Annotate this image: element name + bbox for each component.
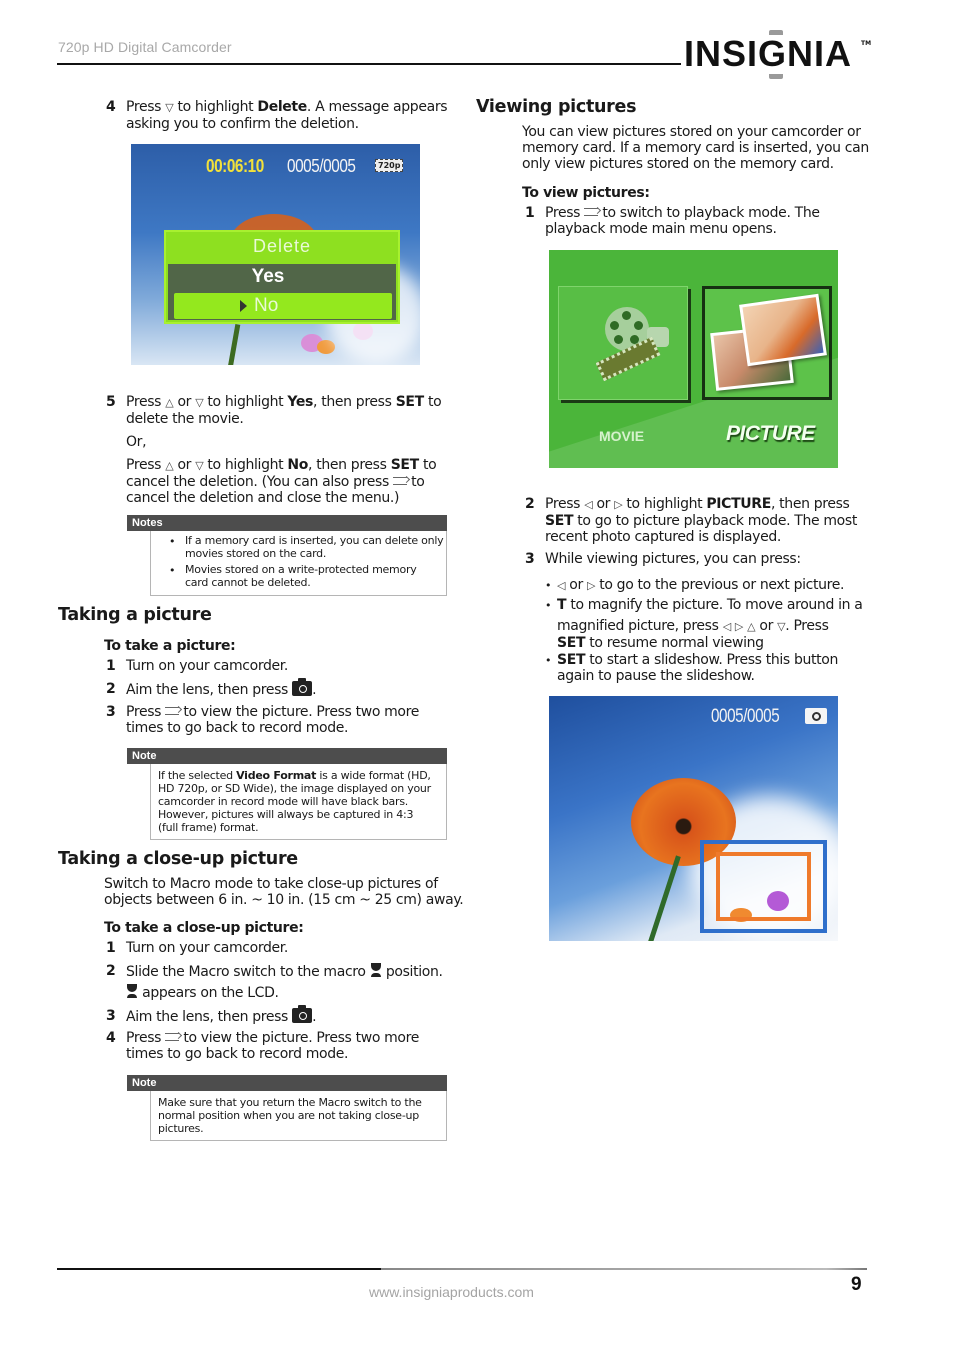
- mode-button-icon: [393, 477, 408, 485]
- step-5: 5 Press △ or ▽ to highlight Yes, then pr…: [106, 394, 442, 506]
- footer-rule: [57, 1268, 867, 1270]
- left-arrow-icon: ◁: [722, 620, 731, 633]
- page-number: 9: [851, 1274, 862, 1295]
- step-3: 3 Press to view the picture. Press two m…: [106, 704, 420, 736]
- left-arrow-icon: ◁: [584, 498, 593, 511]
- step-2: 2 Aim the lens, then press .: [106, 678, 317, 698]
- camera-button-icon: [292, 678, 313, 696]
- viewing-intro: You can view pictures stored on your cam…: [522, 124, 869, 172]
- option-magnify: • T to magnify the picture. To move arou…: [545, 597, 863, 651]
- subheading-to-take-picture: To take a picture:: [104, 638, 236, 654]
- selection-arrow-icon: [240, 300, 247, 312]
- menu-title: Delete: [252, 236, 312, 256]
- macro-icon: [126, 984, 138, 999]
- logo-accent-bottom: [769, 74, 783, 79]
- step-4: 4 Press to view the picture. Press two m…: [106, 1030, 420, 1062]
- note-label: Note: [127, 748, 447, 764]
- mode-button-icon: [584, 208, 599, 216]
- viewing-options-list: • ◁ or ▷ to go to the previous or next p…: [545, 577, 875, 686]
- photo-thumbnail: [739, 293, 827, 367]
- note-item: If a memory card is inserted, you can de…: [185, 534, 444, 560]
- step-1: 1 Turn on your camcorder.: [106, 940, 289, 956]
- recording-time: 00:06:10: [206, 156, 264, 176]
- section-heading-taking-picture: Taking a picture: [58, 605, 212, 625]
- option-prev-next: • ◁ or ▷ to go to the previous or next p…: [545, 577, 845, 593]
- left-arrow-icon: ◁: [557, 579, 566, 592]
- option-no-selected[interactable]: No: [174, 293, 392, 319]
- note-label: Note: [127, 1075, 447, 1091]
- zoom-viewport-frame: [716, 852, 811, 921]
- notes-label: Notes: [127, 515, 447, 531]
- file-counter: 0005/0005: [711, 706, 780, 727]
- mode-button-icon: [165, 1033, 180, 1041]
- notes-box: • If a memory card is inserted, you can …: [150, 531, 447, 596]
- mode-button-icon: [165, 707, 180, 715]
- movie-tile[interactable]: [558, 286, 688, 400]
- step-number: 5: [106, 394, 116, 410]
- section-heading-closeup: Taking a close-up picture: [58, 849, 298, 869]
- section-heading-viewing: Viewing pictures: [476, 97, 637, 117]
- note-box: Make sure that you return the Macro swit…: [150, 1091, 447, 1141]
- option-slideshow: • SET to start a slideshow. Press this b…: [545, 652, 839, 684]
- down-arrow-icon: ▽: [195, 396, 204, 409]
- delete-confirmation-screenshot: 00:06:10 0005/0005 720p Delete Yes No: [131, 144, 420, 365]
- step-2: 2 Slide the Macro switch to the macro po…: [106, 963, 443, 1001]
- flower-stem: [648, 855, 681, 941]
- delete-menu: Delete Yes No: [164, 230, 400, 324]
- file-counter: 0005/0005: [287, 156, 356, 176]
- flower-stem: [226, 323, 241, 365]
- closeup-intro: Switch to Macro mode to take close-up pi…: [104, 876, 464, 908]
- step-number: 4: [106, 99, 116, 115]
- up-arrow-icon: △: [165, 459, 174, 472]
- up-arrow-icon: △: [747, 620, 756, 633]
- menu-options: Yes No: [168, 264, 396, 320]
- step-1: 1 Turn on your camcorder.: [106, 658, 289, 674]
- note-item: Movies stored on a write-protected memor…: [185, 563, 417, 589]
- picture-tile-selected[interactable]: [702, 286, 832, 400]
- playback-menu-screenshot: MOVIE PICTURE: [549, 250, 838, 468]
- movie-label: MOVIE: [599, 428, 645, 444]
- step-3: 3 Aim the lens, then press .: [106, 1005, 317, 1025]
- note-text: Make sure that you return the Macro swit…: [158, 1096, 422, 1135]
- up-arrow-icon: △: [165, 396, 174, 409]
- resolution-badge: 720p: [375, 159, 404, 172]
- footer-url[interactable]: www.insigniaproducts.com: [369, 1284, 534, 1300]
- logo-trademark: TM: [861, 40, 872, 47]
- taking-picture-steps: 1 Turn on your camcorder. 2 Aim the lens…: [106, 658, 456, 738]
- right-arrow-icon: ▷: [614, 498, 623, 511]
- right-arrow-icon: ▷: [734, 620, 744, 633]
- document-title: 720p HD Digital Camcorder: [58, 39, 232, 55]
- right-arrow-icon: ▷: [586, 579, 596, 592]
- small-flower: [317, 340, 335, 354]
- down-arrow-icon: ▽: [165, 101, 174, 114]
- note-box: If the selected Video Format is a wide f…: [150, 764, 447, 840]
- logo-text: INSIGNIA: [684, 33, 853, 74]
- closeup-steps: 1 Turn on your camcorder. 2 Slide the Ma…: [106, 940, 456, 1064]
- header-rule: [57, 63, 681, 65]
- camera-mode-icon: [805, 708, 827, 724]
- down-arrow-icon: ▽: [195, 459, 204, 472]
- magnified-picture-screenshot: 0005/0005: [549, 696, 838, 941]
- picture-label: PICTURE: [726, 422, 815, 445]
- note-text: If the selected Video Format is a wide f…: [158, 769, 431, 834]
- option-yes[interactable]: Yes: [168, 266, 368, 288]
- macro-icon: [370, 963, 382, 978]
- camera-button-icon: [292, 1005, 313, 1023]
- insignia-logo: INSIGNIA TM: [684, 30, 874, 79]
- subheading-to-view: To view pictures:: [522, 185, 650, 201]
- subheading-to-take-closeup: To take a close-up picture:: [104, 920, 304, 936]
